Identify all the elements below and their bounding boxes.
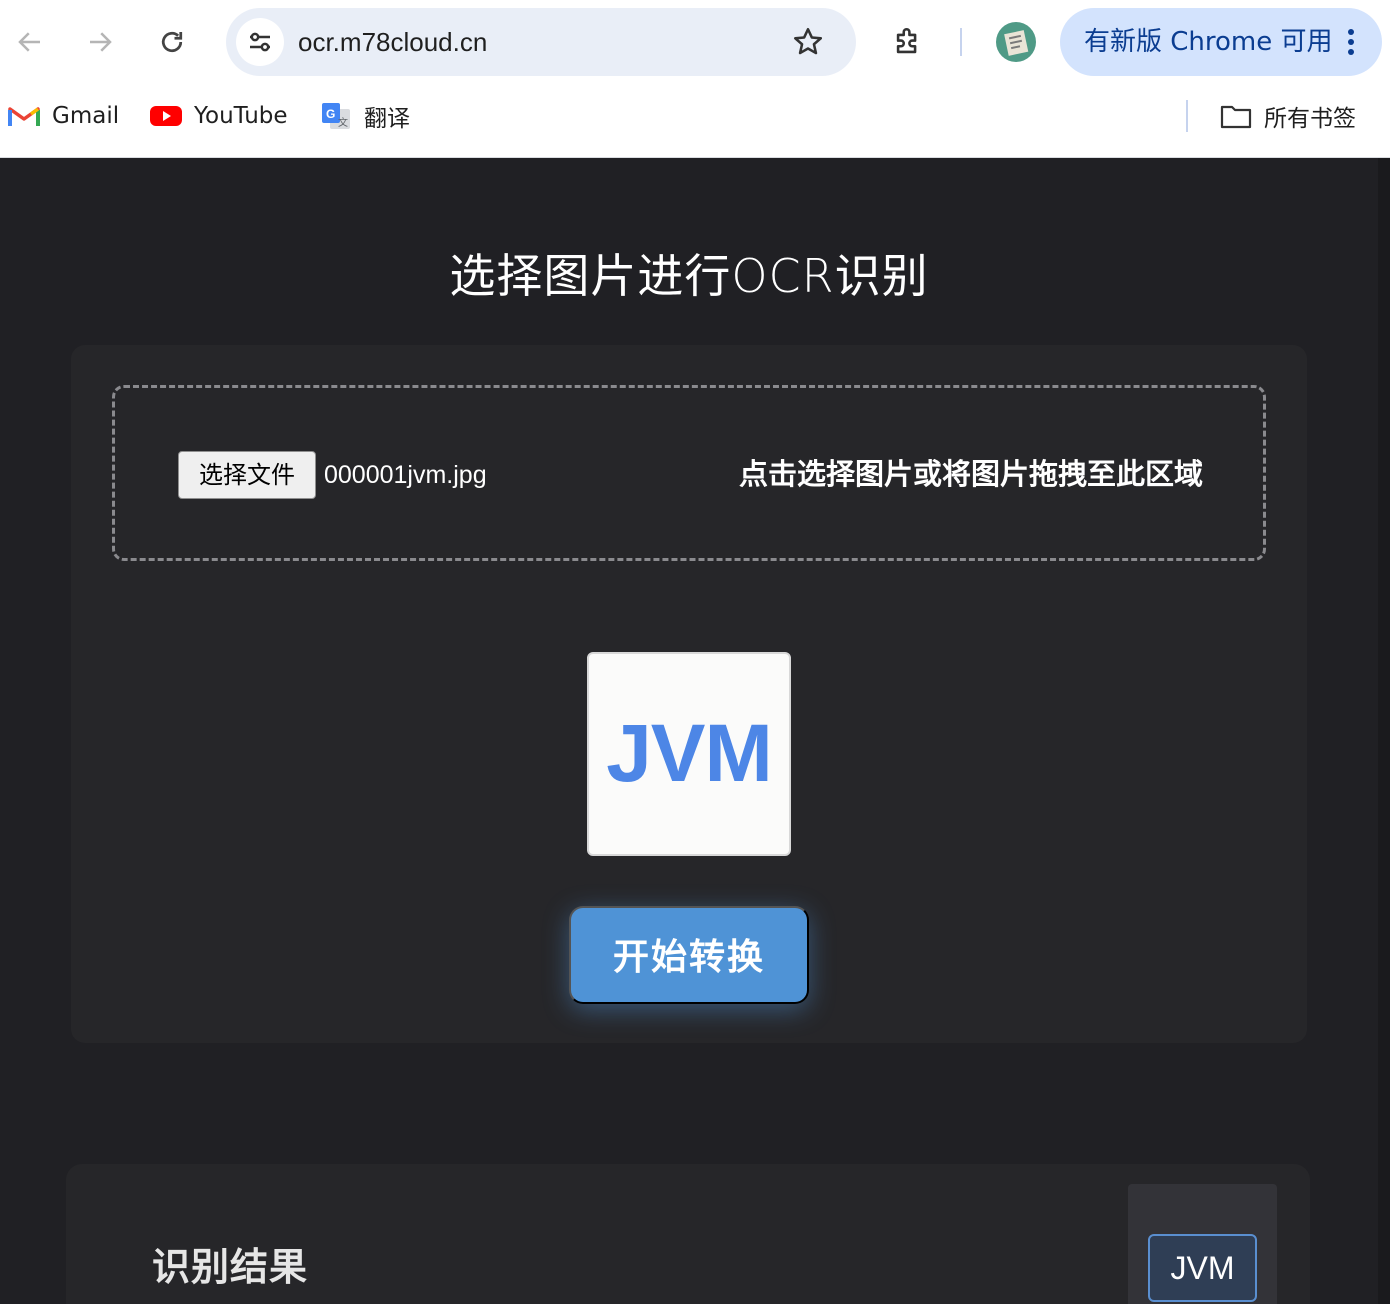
svg-text:文: 文 bbox=[338, 116, 348, 129]
result-text-chip[interactable]: JVM bbox=[1148, 1234, 1257, 1302]
toolbar-divider bbox=[960, 28, 962, 56]
youtube-icon bbox=[150, 102, 182, 130]
all-bookmarks-label: 所有书签 bbox=[1264, 106, 1356, 132]
url-text[interactable]: ocr.m78cloud.cn bbox=[298, 8, 487, 76]
drop-zone[interactable]: 选择文件 000001jvm.jpg 点击选择图片或将图片拖拽至此区域 bbox=[112, 385, 1266, 561]
reload-icon bbox=[161, 31, 183, 53]
bookmark-label: 翻译 bbox=[364, 106, 410, 132]
reload-button[interactable] bbox=[150, 20, 194, 64]
bookmark-label: YouTube bbox=[194, 103, 288, 129]
bookmark-star-button[interactable] bbox=[788, 22, 828, 62]
back-arrow-icon bbox=[18, 32, 40, 52]
tune-icon bbox=[250, 32, 270, 52]
back-button[interactable] bbox=[8, 20, 52, 64]
result-title: 识别结果 bbox=[152, 1245, 309, 1289]
puzzle-icon bbox=[896, 28, 917, 54]
chrome-update-button[interactable]: 有新版 Chrome 可用 bbox=[1060, 8, 1382, 76]
start-convert-button[interactable]: 开始转换 bbox=[569, 906, 809, 1004]
selected-file-name: 000001jvm.jpg bbox=[324, 461, 487, 489]
avatar-image-icon bbox=[1004, 30, 1029, 56]
all-bookmarks-button[interactable]: 所有书签 bbox=[1220, 94, 1356, 138]
chrome-menu-button[interactable] bbox=[1334, 22, 1368, 62]
bookmarks-divider bbox=[1186, 100, 1188, 132]
result-card: 识别结果 JVM bbox=[66, 1164, 1310, 1304]
star-icon bbox=[793, 27, 823, 55]
svg-text:G: G bbox=[326, 107, 335, 121]
page-scroll-edge bbox=[1378, 158, 1390, 1304]
bookmark-gmail[interactable]: Gmail bbox=[8, 94, 119, 138]
forward-button[interactable] bbox=[78, 20, 122, 64]
upload-card: 选择文件 000001jvm.jpg 点击选择图片或将图片拖拽至此区域 JVM … bbox=[71, 345, 1307, 1043]
bookmark-label: Gmail bbox=[52, 103, 120, 129]
folder-icon bbox=[1220, 102, 1252, 130]
google-translate-icon: G 文 bbox=[320, 102, 352, 130]
bookmarks-bar: Gmail YouTube G 文 翻译 所有书签 bbox=[0, 94, 1390, 138]
browser-toolbar: ocr.m78cloud.cn 有新版 Chrome 可用 Gmail YouT… bbox=[0, 0, 1390, 158]
address-bar[interactable]: ocr.m78cloud.cn bbox=[226, 8, 856, 76]
bookmark-youtube[interactable]: YouTube bbox=[150, 94, 288, 138]
image-preview: JVM bbox=[587, 652, 791, 856]
choose-file-button[interactable]: 选择文件 bbox=[178, 451, 316, 499]
more-vert-icon bbox=[1348, 29, 1354, 55]
forward-arrow-icon bbox=[90, 32, 112, 52]
gmail-icon bbox=[8, 102, 40, 130]
bookmark-translate[interactable]: G 文 翻译 bbox=[320, 94, 410, 138]
preview-image-text: JVM bbox=[606, 708, 773, 799]
extensions-button[interactable] bbox=[886, 20, 930, 64]
drop-zone-hint: 点击选择图片或将图片拖拽至此区域 bbox=[738, 457, 1203, 491]
page-title: 选择图片进行OCR识别 bbox=[449, 249, 929, 303]
site-info-button[interactable] bbox=[236, 18, 284, 66]
profile-avatar[interactable] bbox=[996, 22, 1036, 62]
result-thumbnail: JVM bbox=[1128, 1184, 1277, 1304]
update-label: 有新版 Chrome 可用 bbox=[1084, 27, 1333, 57]
